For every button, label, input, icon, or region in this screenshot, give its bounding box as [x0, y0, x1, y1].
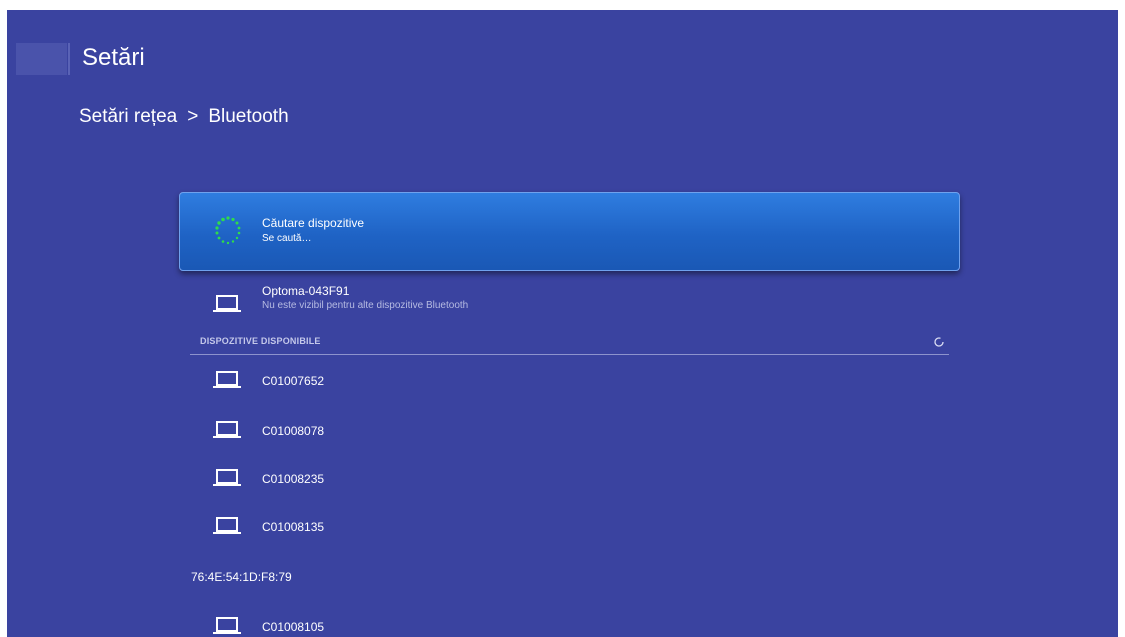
laptop-icon [213, 371, 241, 388]
device-item[interactable]: C01008135 [190, 504, 950, 548]
own-device-name: Optoma-043F91 [262, 284, 350, 298]
breadcrumb: Setări rețea > Bluetooth [79, 104, 289, 130]
app-logo [16, 43, 67, 75]
device-item[interactable]: C01008105 [190, 604, 950, 637]
device-item[interactable]: C01008078 [190, 408, 950, 452]
own-device-visibility: Nu este vizibil pentru alte dispozitive … [262, 300, 469, 311]
scan-status: Se caută… [262, 233, 312, 244]
device-item[interactable]: 76:4E:54:1D:F8:79 [190, 554, 950, 598]
device-name: C01008105 [262, 620, 325, 634]
page-title: Setări [82, 44, 145, 71]
device-name: C01008135 [262, 520, 325, 534]
device-name: C01007652 [262, 374, 325, 388]
laptop-icon [213, 617, 241, 634]
laptop-icon [213, 421, 241, 438]
device-name: C01008235 [262, 472, 325, 486]
device-item[interactable]: C01008235 [190, 456, 950, 500]
laptop-icon [213, 469, 241, 486]
available-devices-header: DISPOZITIVE DISPONIBILE [190, 332, 949, 355]
loading-spinner-icon [215, 216, 241, 245]
breadcrumb-separator: > [187, 106, 199, 127]
breadcrumb-parent[interactable]: Setări rețea [79, 104, 177, 130]
laptop-icon [213, 295, 241, 312]
device-item[interactable]: C01007652 [190, 358, 950, 402]
laptop-icon [213, 517, 241, 534]
scan-devices-item[interactable]: Căutare dispozitive Se caută… [179, 192, 960, 271]
device-name: 76:4E:54:1D:F8:79 [191, 570, 292, 584]
device-name: C01008078 [262, 424, 325, 438]
refresh-icon[interactable] [932, 335, 946, 349]
title-divider [68, 43, 70, 75]
scan-title: Căutare dispozitive [262, 216, 365, 230]
own-device-item[interactable]: Optoma-043F91 Nu este vizibil pentru alt… [190, 282, 950, 326]
available-devices-title: DISPOZITIVE DISPONIBILE [200, 336, 321, 346]
settings-screen: Setări Setări rețea > Bluetooth Căutare di… [7, 10, 1118, 637]
breadcrumb-current: Bluetooth [208, 106, 289, 127]
